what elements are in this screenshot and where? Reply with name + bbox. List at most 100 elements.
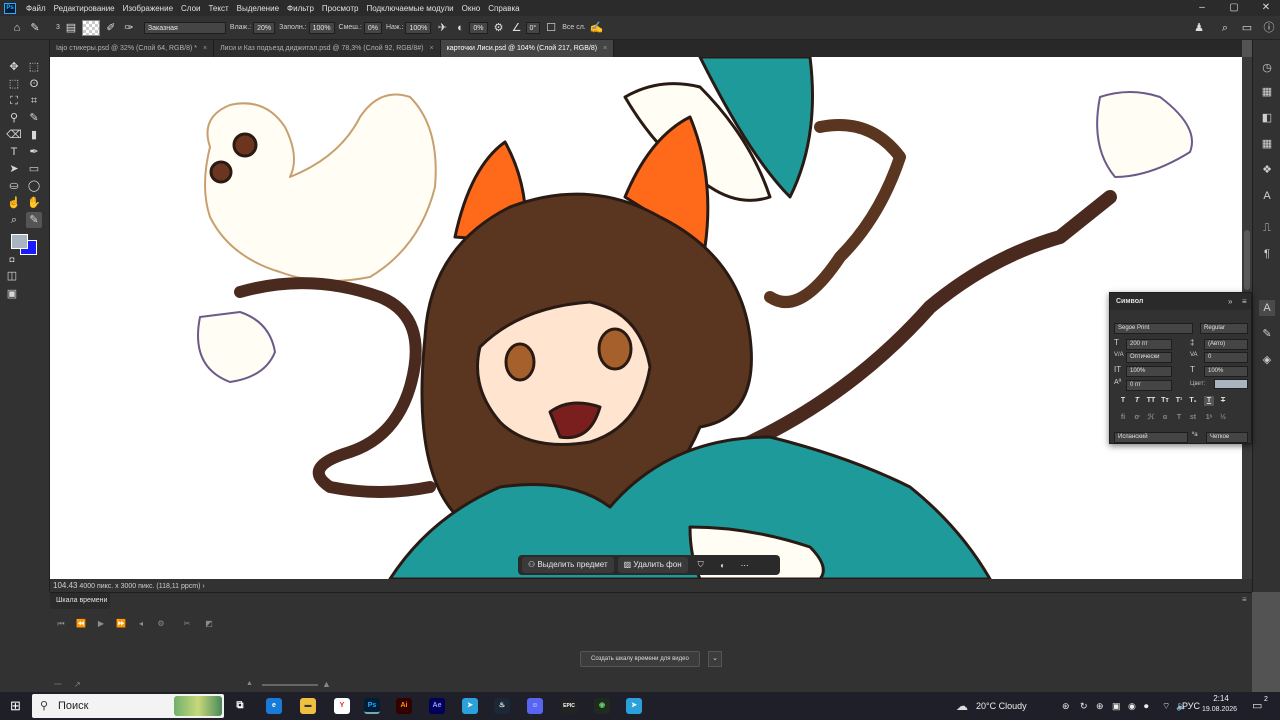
tray-icon-5[interactable]: ◉	[1128, 692, 1136, 720]
tray-icon-3[interactable]: ⊕	[1096, 692, 1104, 720]
pressure-field[interactable]: 100%	[405, 21, 432, 34]
swatches-grid-icon[interactable]: ▦	[1259, 136, 1275, 152]
pressure-size-icon[interactable]: ✍	[590, 21, 604, 35]
marquee-tool-icon[interactable]: ⬚	[6, 76, 22, 92]
close-tab-icon[interactable]: ×	[429, 45, 433, 52]
all-caps-button[interactable]: TT	[1146, 396, 1156, 406]
baseline-shift-field[interactable]: 0 пт	[1126, 380, 1172, 391]
transform-icon[interactable]: ⛉	[692, 560, 710, 570]
faux-bold-button[interactable]: T	[1118, 396, 1128, 406]
pen-tool-icon[interactable]: ✒	[26, 144, 42, 160]
tracking-field[interactable]: 0	[1204, 352, 1248, 363]
alternates-icon[interactable]: ɑ	[1160, 413, 1170, 423]
3d-icon[interactable]: ❖	[1259, 162, 1275, 178]
discord-icon[interactable]: ☺	[527, 698, 543, 714]
info-icon[interactable]: ⓘ	[1262, 21, 1276, 35]
create-video-timeline-button[interactable]: Создать шкалу времени для видео	[580, 651, 700, 667]
leading-field[interactable]: (Авто)	[1204, 339, 1248, 350]
eraser-icon[interactable]: ⌫	[6, 127, 22, 143]
blend-preset-select[interactable]: Заказная	[143, 21, 226, 34]
clock-time[interactable]: 2:14	[1206, 694, 1236, 703]
paint-bucket-icon[interactable]: ⛀	[6, 178, 22, 194]
load-field[interactable]: 100%	[308, 21, 335, 34]
tray-refresh-icon[interactable]: ↻	[1080, 692, 1088, 720]
after-effects-icon[interactable]: Ae	[429, 698, 445, 714]
glyphs-icon[interactable]: A	[1259, 188, 1275, 204]
zoom-in-mountain-icon[interactable]: ▲	[322, 679, 331, 689]
brush-panel-icon[interactable]: ▤	[64, 21, 78, 35]
epic-games-icon[interactable]: EPIC	[561, 698, 577, 714]
small-caps-button[interactable]: Tт	[1160, 396, 1170, 406]
select-subject-button[interactable]: ⚇ Выделить предмет	[522, 557, 614, 573]
steam-icon[interactable]: ♨	[494, 698, 510, 714]
mix-field[interactable]: 0%	[363, 21, 382, 34]
paths-icon[interactable]: ⎍	[1259, 220, 1275, 236]
antialias-select[interactable]: Четкое	[1206, 432, 1248, 443]
language-select[interactable]: Испанский	[1114, 432, 1188, 443]
document-info[interactable]: 4000 пикс. x 3000 пикс. (118,11 ppcm)	[79, 583, 200, 590]
panel-menu-icon[interactable]: ≡	[1242, 297, 1247, 306]
subscript-button[interactable]: T₁	[1188, 396, 1198, 406]
font-size-field[interactable]: 200 пт	[1126, 339, 1172, 350]
fractions-icon[interactable]: ½	[1218, 413, 1228, 423]
yandex-browser-icon[interactable]: Y	[334, 698, 350, 714]
menu-edit[interactable]: Редактирование	[50, 4, 119, 13]
scroll-thumb[interactable]	[1244, 230, 1250, 290]
font-family-select[interactable]: Segoe Print	[1114, 323, 1193, 334]
menu-plugins[interactable]: Подключаемые модули	[362, 4, 457, 13]
app-icon[interactable]: ◉	[594, 698, 610, 714]
close-tab-icon[interactable]: ×	[603, 45, 607, 52]
type-tool-icon[interactable]: T	[6, 144, 22, 160]
hand-tool-icon[interactable]: ✋	[26, 195, 42, 211]
timeline-menu-icon[interactable]: ≡	[1242, 595, 1247, 604]
brush-settings-icon[interactable]: ✎	[1259, 326, 1275, 342]
notifications-icon[interactable]: ▭	[1252, 692, 1262, 720]
lasso-tool-icon[interactable]: ʘ	[26, 76, 42, 92]
artboard-tool-icon[interactable]: ⬚	[26, 59, 42, 75]
tray-icon-6[interactable]: ⏺	[1144, 692, 1149, 720]
share-icon[interactable]: ♟	[1192, 21, 1206, 35]
audio-icon[interactable]: ◂	[134, 617, 148, 631]
move-tool-icon[interactable]: ✥	[6, 59, 22, 75]
timeline-render-icon[interactable]: ▫▫▫	[54, 681, 61, 688]
rectangle-tool-icon[interactable]: ▭	[26, 161, 42, 177]
libraries-icon[interactable]: ▦	[1259, 84, 1275, 100]
telegram-icon[interactable]: ➤	[462, 698, 478, 714]
workspace-icon[interactable]: ▭	[1240, 21, 1254, 35]
edge-icon[interactable]: e	[266, 698, 282, 714]
ellipse-icon[interactable]: ◯	[26, 178, 42, 194]
angle-field[interactable]: 0°	[525, 21, 541, 34]
menu-window[interactable]: Окно	[458, 4, 485, 13]
chevron-down-icon[interactable]: ⌄	[708, 651, 722, 667]
next-frame-icon[interactable]: ⏩	[114, 617, 128, 631]
underline-button[interactable]: T	[1204, 396, 1214, 406]
language-indicator[interactable]: РУС	[1182, 692, 1200, 720]
telegram-2-icon[interactable]: ➤	[626, 698, 642, 714]
more-options-icon[interactable]: ⋯	[736, 561, 754, 570]
ligature-icon[interactable]: fi	[1118, 413, 1128, 423]
settings-gear-icon[interactable]: ⚙	[492, 21, 506, 35]
gradient-icon[interactable]: ▮	[26, 127, 42, 143]
screen-mode-icon[interactable]: ▣	[4, 286, 20, 302]
angle-icon[interactable]: ∠	[510, 21, 524, 35]
smudge-icon[interactable]: ☝	[6, 195, 22, 211]
tab-lisi-kaz[interactable]: Лиси и Каз подъезд диджитал.psd @ 78,3% …	[214, 40, 441, 57]
foreground-color-swatch[interactable]	[11, 234, 28, 249]
task-view-icon[interactable]: ⧉	[232, 698, 248, 714]
default-colors-icon[interactable]: ◘	[4, 252, 20, 268]
wifi-icon[interactable]: ⌔	[1162, 692, 1170, 720]
old-style-icon[interactable]: ơ	[1132, 413, 1142, 423]
timeline-convert-icon[interactable]: ↗	[74, 680, 81, 689]
horizontal-scale-field[interactable]: 100%	[1204, 366, 1248, 377]
first-frame-icon[interactable]: ⏮	[54, 617, 68, 631]
minimize-icon[interactable]: –	[1192, 0, 1212, 16]
play-icon[interactable]: ▶	[94, 617, 108, 631]
menu-filter[interactable]: Фильтр	[283, 4, 318, 13]
close-tab-icon[interactable]: ×	[203, 45, 207, 52]
crop-tool-icon[interactable]: ⌗	[26, 93, 42, 109]
brush-size[interactable]: 3	[56, 24, 60, 31]
prev-frame-icon[interactable]: ⏪	[74, 617, 88, 631]
superscript-button[interactable]: T¹	[1174, 396, 1184, 406]
menu-file[interactable]: Файл	[22, 4, 50, 13]
menu-select[interactable]: Выделение	[233, 4, 283, 13]
